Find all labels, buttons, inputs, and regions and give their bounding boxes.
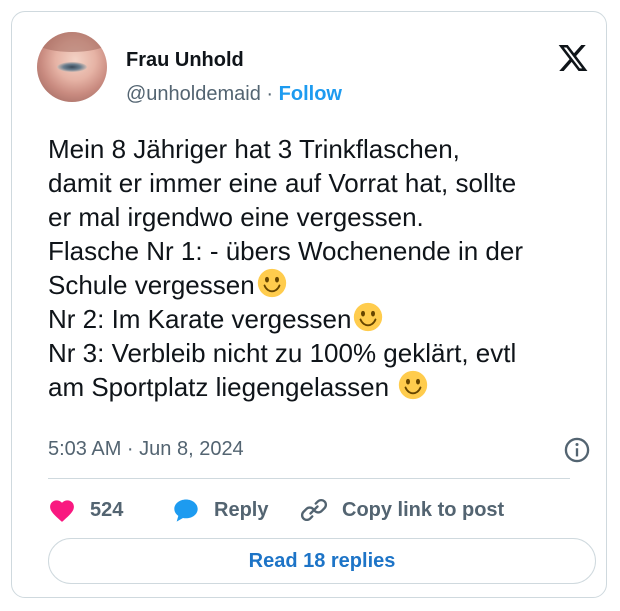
post-text-line-with-emoji: Schule vergessen [48,268,608,302]
avatar[interactable] [37,32,107,102]
read-replies-button[interactable]: Read 18 replies [48,538,596,584]
copy-link-button[interactable]: Copy link to post [300,496,504,524]
post-text-fragment: am Sportplatz liegengelassen [48,372,390,402]
reply-button[interactable]: Reply [172,496,268,524]
post-card: Frau Unhold @unholdemaid · Follow Mein 8… [11,11,607,598]
author-handle[interactable]: @unholdemaid [126,83,261,105]
post-text-line: Flasche Nr 1: - übers Wochenende in der [48,236,523,266]
post-timestamp[interactable]: 5:03 AM · Jun 8, 2024 [48,438,244,461]
slightly-smiling-face-icon [257,268,286,298]
speech-bubble-icon [174,499,198,522]
author-handle-row: @unholdemaid · Follow [126,83,342,106]
post-text-line-with-emoji: Nr 2: Im Karate vergessen [48,302,608,336]
heart-icon [50,500,74,522]
link-icon [300,498,328,522]
post-text-line: er mal irgendwo eine vergessen. [48,202,424,232]
handle-separator: · [266,83,274,105]
post-text-fragment: Nr 2: Im Karate vergessen [48,304,352,334]
avatar-hair [37,32,107,52]
post-text-fragment: Schule vergessen [48,270,255,300]
post-text-line-with-emoji: am Sportplatz liegengelassen [48,370,608,404]
divider [48,478,570,479]
avatar-eye [57,62,87,72]
x-logo-icon[interactable] [556,42,590,74]
follow-button[interactable]: Follow [279,83,342,105]
author-name[interactable]: Frau Unhold [126,49,244,72]
post-text-line: Mein 8 Jähriger hat 3 Trinkflaschen, [48,134,460,164]
post-text-line: Nr 3: Verbleib nicht zu 100% geklärt, ev… [48,338,517,368]
reply-label: Reply [214,498,269,521]
copy-link-label: Copy link to post [342,498,505,521]
like-count: 524 [90,498,124,521]
info-icon[interactable] [563,436,591,464]
like-button[interactable]: 524 [48,496,123,524]
post-text: Mein 8 Jähriger hat 3 Trinkflaschen, dam… [48,132,608,404]
post-text-line: damit er immer eine auf Vorrat hat, soll… [48,168,517,198]
slightly-smiling-face-icon [354,302,383,332]
slightly-smiling-face-icon [399,370,428,400]
